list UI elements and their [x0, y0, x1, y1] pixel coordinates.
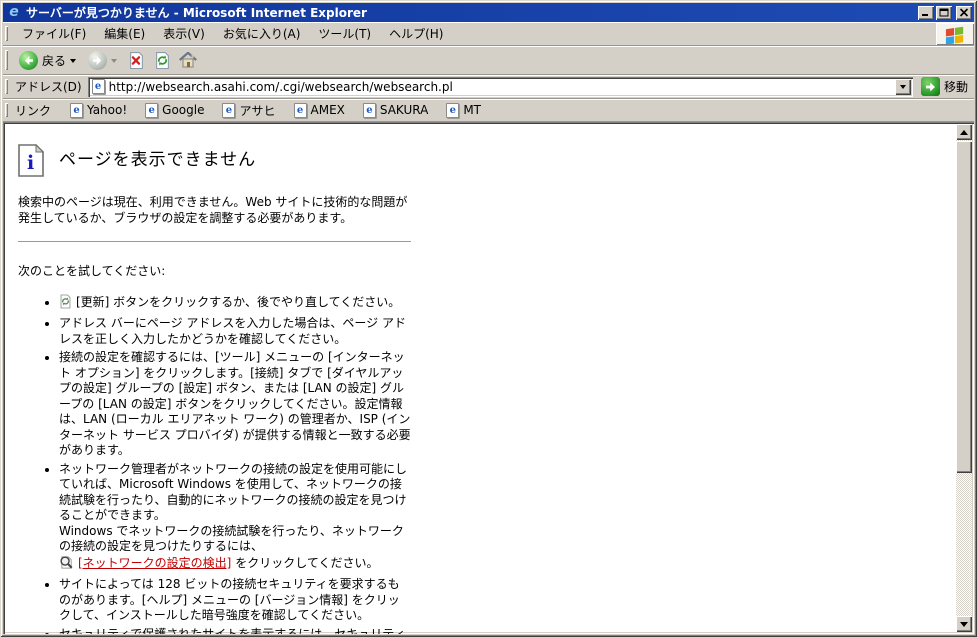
tip-text: をクリックしてください。: [231, 556, 378, 570]
refresh-button[interactable]: [153, 51, 171, 69]
scroll-down-button[interactable]: [956, 616, 972, 632]
link-ie-icon: e: [294, 103, 307, 118]
address-label: アドレス(D): [15, 78, 82, 95]
menu-edit[interactable]: 編集(E): [95, 23, 154, 44]
window-title: サーバーが見つかりません - Microsoft Internet Explor…: [26, 4, 918, 21]
link-ie-icon: e: [363, 103, 376, 118]
link-label: MT: [463, 103, 481, 117]
link-mt[interactable]: e MT: [437, 102, 490, 119]
forward-button[interactable]: [82, 48, 123, 73]
scroll-up-button[interactable]: [956, 124, 972, 140]
back-dropdown-icon[interactable]: [70, 59, 76, 66]
tip-network-detect: ネットワーク管理者がネットワークの接続の設定を使用可能にしていれば、Micros…: [59, 462, 411, 575]
address-dropdown-button[interactable]: [895, 79, 911, 95]
menu-favorites[interactable]: お気に入り(A): [214, 23, 310, 44]
link-yahoo[interactable]: e Yahoo!: [61, 102, 136, 119]
link-amex[interactable]: e AMEX: [285, 102, 354, 119]
try-heading: 次のことを試してください:: [18, 264, 411, 280]
menu-file[interactable]: ファイル(F): [13, 23, 95, 44]
link-ie-icon: e: [145, 103, 158, 118]
error-document: i ページを表示できません 検索中のページは現在、利用できません。Web サイト…: [18, 144, 411, 634]
menu-help[interactable]: ヘルプ(H): [380, 23, 452, 44]
go-button[interactable]: 移動: [913, 77, 974, 96]
go-arrow-icon: [921, 77, 940, 96]
toolbar-grip[interactable]: [5, 50, 8, 70]
scroll-up-icon: [960, 126, 968, 135]
scrollbar-thumb[interactable]: [956, 141, 972, 473]
link-asahi[interactable]: e アサヒ: [213, 101, 284, 120]
tip-refresh: [更新] ボタンをクリックするか、後でやり直してください。: [59, 294, 411, 314]
svg-text:i: i: [27, 152, 34, 174]
tip-text: Windows でネットワークの接続試験を行ったり、ネットワークの接続の設定を見…: [59, 524, 404, 554]
tip-text: ネットワーク管理者がネットワークの接続の設定を使用可能にしていれば、Micros…: [59, 462, 407, 523]
refresh-page-icon: [59, 294, 72, 314]
link-label: アサヒ: [239, 102, 275, 119]
menu-bar-grip[interactable]: [5, 26, 8, 41]
address-input[interactable]: [109, 80, 895, 94]
link-ie-icon: e: [70, 103, 83, 118]
back-label: 戻る: [42, 52, 66, 69]
links-bar-grip[interactable]: [5, 103, 8, 117]
tip-security-128: サイトによっては 128 ビットの接続セキュリティを要求するものがあります。[ヘ…: [59, 577, 411, 624]
page-content: i ページを表示できません 検索中のページは現在、利用できません。Web サイト…: [3, 122, 974, 634]
tip-connection-settings: 接続の設定を確認するには、[ツール] メニューの [インターネット オプション]…: [59, 350, 411, 459]
forward-icon: [88, 51, 107, 70]
stop-icon: [128, 52, 145, 69]
network-detect-link[interactable]: [ネットワークの設定の検出]: [78, 556, 231, 570]
minimize-button[interactable]: [918, 6, 934, 20]
vertical-scrollbar[interactable]: [956, 124, 972, 632]
address-bar-grip[interactable]: [5, 79, 8, 94]
tip-text: 接続の設定を確認するには、[ツール] メニューの [インターネット オプション]…: [59, 350, 411, 457]
link-ie-icon: e: [222, 103, 235, 118]
link-label: AMEX: [311, 103, 345, 117]
home-icon: [179, 52, 197, 68]
link-label: Yahoo!: [87, 103, 127, 117]
address-bar: アドレス(D) e 移動: [3, 75, 974, 99]
error-heading: ページを表示できません: [59, 153, 256, 169]
home-button[interactable]: [179, 51, 197, 69]
address-combobox[interactable]: e: [88, 77, 913, 97]
minimize-icon: [921, 8, 931, 17]
magnifier-page-icon: [59, 555, 74, 575]
link-label: Google: [162, 103, 204, 117]
menu-view[interactable]: 表示(V): [154, 23, 214, 44]
back-icon: [19, 51, 38, 70]
throbber-pane: [936, 23, 974, 45]
tip-text: サイトによっては 128 ビットの接続セキュリティを要求するものがあります。[ヘ…: [59, 577, 400, 622]
maximize-icon: [939, 8, 949, 17]
links-label: リンク: [15, 102, 51, 119]
scroll-down-icon: [960, 622, 968, 631]
tip-text: セキュリティで保護されたサイトを表示するには、セキュリティの設定でそのサポートが…: [59, 627, 406, 635]
links-bar: リンク e Yahoo! e Google e アサヒ e AMEX e SAK…: [3, 99, 974, 122]
tip-text: アドレス バーにページ アドレスを入力した場合は、ページ アドレスを正しく入力し…: [59, 316, 406, 346]
link-sakura[interactable]: e SAKURA: [354, 102, 437, 119]
forward-dropdown-icon[interactable]: [111, 59, 117, 66]
info-page-icon: i: [18, 144, 44, 177]
tip-address: アドレス バーにページ アドレスを入力した場合は、ページ アドレスを正しく入力し…: [59, 316, 411, 347]
browser-window: e サーバーが見つかりません - Microsoft Internet Expl…: [0, 0, 977, 637]
back-button[interactable]: 戻る: [13, 48, 82, 73]
link-ie-icon: e: [446, 103, 459, 118]
tip-text: [更新] ボタンをクリックするか、後でやり直してください。: [76, 295, 400, 309]
page-ie-icon: e: [92, 79, 105, 94]
menu-bar: ファイル(F) 編集(E) 表示(V) お気に入り(A) ツール(T) ヘルプ(…: [3, 22, 974, 46]
tip-secure-site: セキュリティで保護されたサイトを表示するには、セキュリティの設定でそのサポートが…: [59, 627, 411, 635]
maximize-button[interactable]: [936, 6, 952, 20]
ie-logo-icon: e: [6, 5, 22, 21]
stop-button[interactable]: [127, 51, 145, 69]
tips-list: [更新] ボタンをクリックするか、後でやり直してください。 アドレス バーにペー…: [18, 294, 411, 635]
windows-logo-icon: [943, 24, 967, 44]
error-intro: 検索中のページは現在、利用できません。Web サイトに技術的な問題が発生している…: [18, 195, 411, 226]
close-button[interactable]: [956, 6, 972, 20]
title-bar: e サーバーが見つかりません - Microsoft Internet Expl…: [3, 3, 974, 22]
close-icon: [959, 8, 969, 17]
divider: [18, 241, 411, 242]
menu-tools[interactable]: ツール(T): [309, 23, 380, 44]
link-label: SAKURA: [380, 103, 428, 117]
go-label: 移動: [944, 78, 968, 95]
standard-toolbar: 戻る: [3, 46, 974, 75]
link-google[interactable]: e Google: [136, 102, 213, 119]
address-dropdown-icon: [900, 85, 906, 92]
refresh-icon: [154, 52, 171, 69]
